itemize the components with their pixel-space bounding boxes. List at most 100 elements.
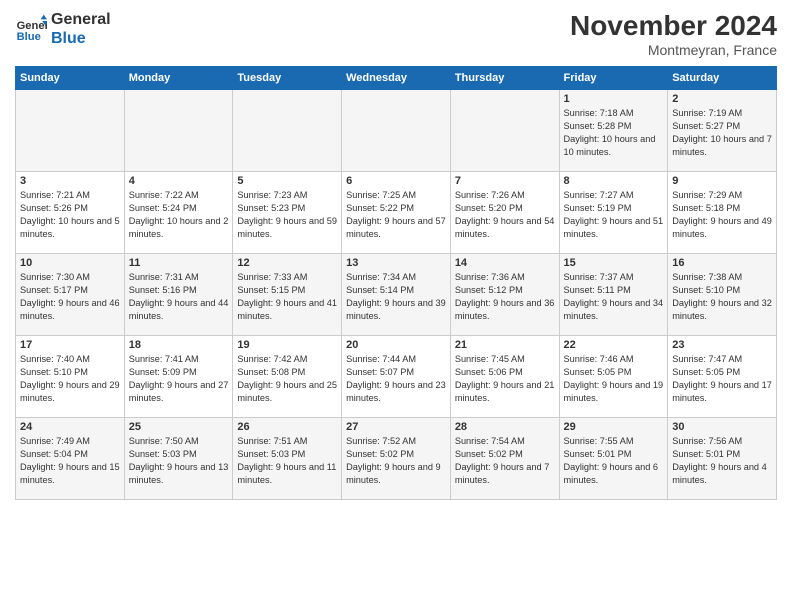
svg-text:Blue: Blue [17, 31, 41, 43]
header-row: Sunday Monday Tuesday Wednesday Thursday… [16, 67, 777, 90]
day-number: 19 [237, 339, 337, 351]
calendar-cell: 12Sunrise: 7:33 AM Sunset: 5:15 PM Dayli… [233, 254, 342, 336]
day-number: 29 [564, 421, 664, 433]
day-number: 21 [455, 339, 555, 351]
calendar-cell: 1 Sunrise: 7:18 AM Sunset: 5:28 PM Daylig… [559, 90, 668, 172]
day-info: Sunrise: 7:30 AM Sunset: 5:17 PM Dayligh… [20, 271, 120, 323]
day-number: 14 [455, 257, 555, 269]
day-info: Sunrise: 7:25 AM Sunset: 5:22 PM Dayligh… [346, 189, 446, 241]
day-info: Sunrise: 7:49 AM Sunset: 5:04 PM Dayligh… [20, 435, 120, 487]
calendar-cell: 30 Sunrise: 7:56 AM Sunset: 5:01 PM Dayli… [668, 418, 777, 500]
calendar-cell: 27 Sunrise: 7:52 AM Sunset: 5:02 PM Dayli… [342, 418, 451, 500]
calendar-cell: 19 Sunrise: 7:42 AM Sunset: 5:08 PM Dayli… [233, 336, 342, 418]
calendar-cell: 6 Sunrise: 7:25 AM Sunset: 5:22 PM Daylig… [342, 172, 451, 254]
day-info: Sunrise: 7:37 AM Sunset: 5:11 PM Dayligh… [564, 271, 664, 323]
calendar-body: 1 Sunrise: 7:18 AM Sunset: 5:28 PM Daylig… [16, 90, 777, 500]
day-info: Sunrise: 7:34 AM Sunset: 5:14 PM Dayligh… [346, 271, 446, 323]
day-number: 7 [455, 175, 555, 187]
day-number: 16 [672, 257, 772, 269]
day-number: 9 [672, 175, 772, 187]
day-number: 25 [129, 421, 229, 433]
day-info: Sunrise: 7:26 AM Sunset: 5:20 PM Dayligh… [455, 189, 555, 241]
calendar-cell [124, 90, 233, 172]
day-number: 5 [237, 175, 337, 187]
calendar-cell: 17 Sunrise: 7:40 AM Sunset: 5:10 PM Dayli… [16, 336, 125, 418]
calendar-cell: 11Sunrise: 7:31 AM Sunset: 5:16 PM Dayli… [124, 254, 233, 336]
day-info: Sunrise: 7:44 AM Sunset: 5:07 PM Dayligh… [346, 353, 446, 405]
day-info: Sunrise: 7:18 AM Sunset: 5:28 PM Dayligh… [564, 107, 664, 159]
logo-line1: General [51, 10, 111, 29]
day-number: 6 [346, 175, 446, 187]
col-sunday: Sunday [16, 67, 125, 90]
calendar-cell [450, 90, 559, 172]
calendar-cell: 13 Sunrise: 7:34 AM Sunset: 5:14 PM Dayli… [342, 254, 451, 336]
day-info: Sunrise: 7:50 AM Sunset: 5:03 PM Dayligh… [129, 435, 229, 487]
logo-icon: General Blue [15, 13, 47, 45]
col-wednesday: Wednesday [342, 67, 451, 90]
col-saturday: Saturday [668, 67, 777, 90]
title-block: November 2024 Montmeyran, France [570, 10, 777, 58]
header: General Blue General Blue November 2024 … [15, 10, 777, 58]
svg-text:General: General [17, 20, 47, 32]
day-number: 4 [129, 175, 229, 187]
day-number: 17 [20, 339, 120, 351]
day-info: Sunrise: 7:22 AM Sunset: 5:24 PM Dayligh… [129, 189, 229, 241]
calendar-cell: 28Sunrise: 7:54 AM Sunset: 5:02 PM Dayli… [450, 418, 559, 500]
calendar-week-2: 3Sunrise: 7:21 AM Sunset: 5:26 PM Daylig… [16, 172, 777, 254]
day-info: Sunrise: 7:19 AM Sunset: 5:27 PM Dayligh… [672, 107, 772, 159]
calendar-cell: 23 Sunrise: 7:47 AM Sunset: 5:05 PM Dayli… [668, 336, 777, 418]
calendar-cell: 4 Sunrise: 7:22 AM Sunset: 5:24 PM Daylig… [124, 172, 233, 254]
calendar-cell [233, 90, 342, 172]
day-info: Sunrise: 7:36 AM Sunset: 5:12 PM Dayligh… [455, 271, 555, 323]
day-info: Sunrise: 7:55 AM Sunset: 5:01 PM Dayligh… [564, 435, 664, 487]
calendar-cell: 16Sunrise: 7:38 AM Sunset: 5:10 PM Dayli… [668, 254, 777, 336]
day-info: Sunrise: 7:46 AM Sunset: 5:05 PM Dayligh… [564, 353, 664, 405]
calendar-cell [342, 90, 451, 172]
day-info: Sunrise: 7:33 AM Sunset: 5:15 PM Dayligh… [237, 271, 337, 323]
calendar-cell: 18 Sunrise: 7:41 AM Sunset: 5:09 PM Dayli… [124, 336, 233, 418]
calendar-cell: 5 Sunrise: 7:23 AM Sunset: 5:23 PM Daylig… [233, 172, 342, 254]
day-number: 20 [346, 339, 446, 351]
day-number: 8 [564, 175, 664, 187]
calendar-cell: 7 Sunrise: 7:26 AM Sunset: 5:20 PM Daylig… [450, 172, 559, 254]
calendar-cell: 24Sunrise: 7:49 AM Sunset: 5:04 PM Dayli… [16, 418, 125, 500]
day-number: 13 [346, 257, 446, 269]
page-container: General Blue General Blue November 2024 … [0, 0, 792, 510]
day-number: 3 [20, 175, 120, 187]
day-number: 22 [564, 339, 664, 351]
day-info: Sunrise: 7:40 AM Sunset: 5:10 PM Dayligh… [20, 353, 120, 405]
calendar-cell: 29 Sunrise: 7:55 AM Sunset: 5:01 PM Dayli… [559, 418, 668, 500]
calendar-cell: 15 Sunrise: 7:37 AM Sunset: 5:11 PM Dayli… [559, 254, 668, 336]
day-number: 18 [129, 339, 229, 351]
calendar-cell: 25 Sunrise: 7:50 AM Sunset: 5:03 PM Dayli… [124, 418, 233, 500]
day-number: 26 [237, 421, 337, 433]
day-info: Sunrise: 7:56 AM Sunset: 5:01 PM Dayligh… [672, 435, 772, 487]
calendar-week-1: 1 Sunrise: 7:18 AM Sunset: 5:28 PM Daylig… [16, 90, 777, 172]
calendar-week-3: 10 Sunrise: 7:30 AM Sunset: 5:17 PM Dayli… [16, 254, 777, 336]
month-title: November 2024 [570, 10, 777, 42]
day-info: Sunrise: 7:45 AM Sunset: 5:06 PM Dayligh… [455, 353, 555, 405]
calendar-week-4: 17 Sunrise: 7:40 AM Sunset: 5:10 PM Dayli… [16, 336, 777, 418]
calendar-cell: 20 Sunrise: 7:44 AM Sunset: 5:07 PM Dayli… [342, 336, 451, 418]
calendar-week-5: 24Sunrise: 7:49 AM Sunset: 5:04 PM Dayli… [16, 418, 777, 500]
col-thursday: Thursday [450, 67, 559, 90]
day-info: Sunrise: 7:52 AM Sunset: 5:02 PM Dayligh… [346, 435, 446, 487]
logo: General Blue General Blue [15, 10, 111, 48]
calendar-cell: 21 Sunrise: 7:45 AM Sunset: 5:06 PM Dayli… [450, 336, 559, 418]
day-number: 23 [672, 339, 772, 351]
day-info: Sunrise: 7:41 AM Sunset: 5:09 PM Dayligh… [129, 353, 229, 405]
col-monday: Monday [124, 67, 233, 90]
day-number: 1 [564, 93, 664, 105]
day-number: 27 [346, 421, 446, 433]
day-info: Sunrise: 7:23 AM Sunset: 5:23 PM Dayligh… [237, 189, 337, 241]
day-number: 11 [129, 257, 229, 269]
day-info: Sunrise: 7:42 AM Sunset: 5:08 PM Dayligh… [237, 353, 337, 405]
calendar-cell: 9Sunrise: 7:29 AM Sunset: 5:18 PM Daylig… [668, 172, 777, 254]
calendar-cell: 26Sunrise: 7:51 AM Sunset: 5:03 PM Dayli… [233, 418, 342, 500]
day-number: 10 [20, 257, 120, 269]
calendar-cell: 2Sunrise: 7:19 AM Sunset: 5:27 PM Daylig… [668, 90, 777, 172]
location: Montmeyran, France [570, 42, 777, 58]
day-number: 15 [564, 257, 664, 269]
day-info: Sunrise: 7:47 AM Sunset: 5:05 PM Dayligh… [672, 353, 772, 405]
day-number: 30 [672, 421, 772, 433]
